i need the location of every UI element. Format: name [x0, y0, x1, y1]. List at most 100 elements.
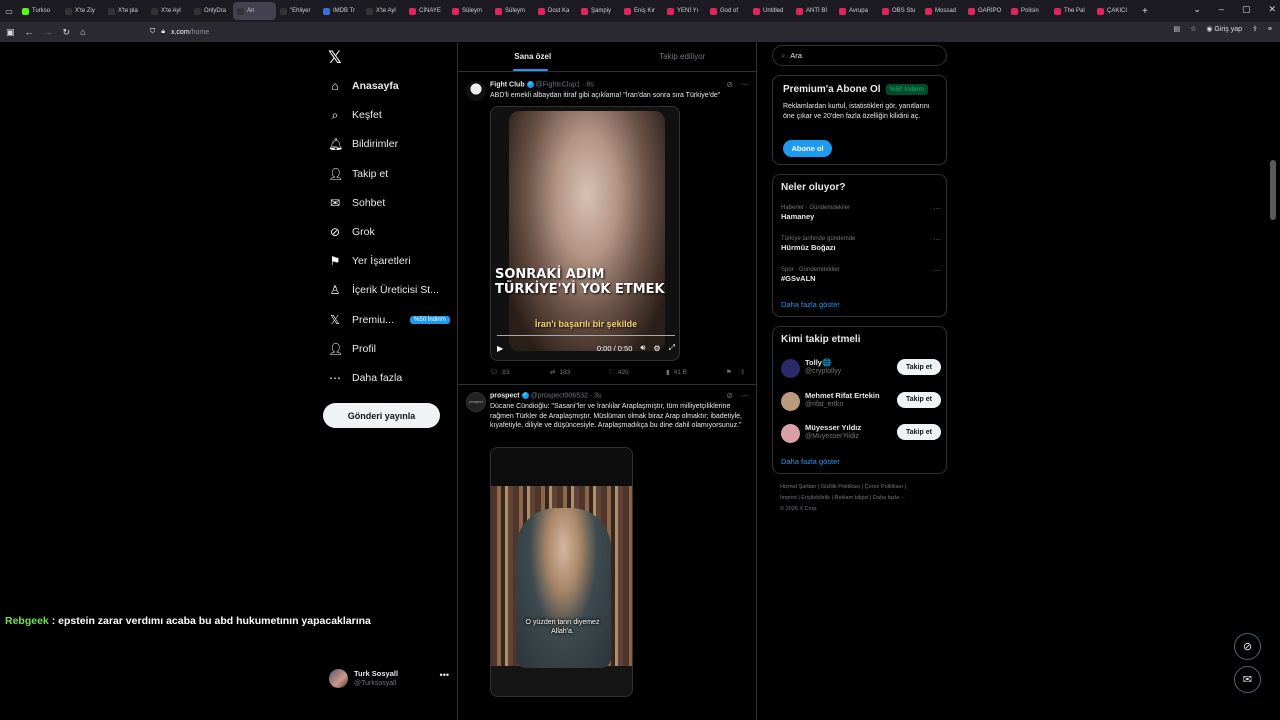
tweet[interactable]: prospect prospect ✓ @prospect006532 · 3s ⊘… [458, 386, 757, 720]
browser-tab[interactable]: Şampiy [577, 2, 620, 20]
follow-suggestion[interactable]: Mehmet Rifat Ertekin @rifat_ertkn Takip et [781, 390, 941, 414]
fullscreen-icon[interactable]: ⤢ [669, 343, 675, 353]
grok-icon[interactable]: ⊘ [726, 80, 733, 89]
tab-overview-icon[interactable]: ▭ [0, 7, 18, 16]
reader-view-icon[interactable]: ▤ [1173, 25, 1180, 33]
avatar[interactable] [781, 359, 800, 378]
reply-button[interactable]: 💬︎ 83 [490, 368, 550, 377]
tweet-video[interactable]: O yüzden tanrı diyemez Allah'a. [490, 447, 633, 697]
tab-following[interactable]: Takip ediliyor [608, 42, 758, 71]
browser-tab[interactable]: OnlyDra [190, 2, 233, 20]
trend-item[interactable]: Spor · Gündemdekiler #GSvALN ··· [781, 266, 941, 284]
home-page-icon[interactable]: ⌂ [80, 27, 85, 37]
forward-icon[interactable]: → [44, 27, 53, 37]
close-window-icon[interactable]: ✕ [1268, 4, 1276, 15]
extensions-icon[interactable]: ⇪ [1252, 25, 1258, 33]
tweet-time[interactable]: · 8s [582, 81, 594, 88]
search-input[interactable]: ⌕ Ara [772, 45, 947, 66]
bookmark-star-icon[interactable]: ☆ [1190, 25, 1196, 33]
trend-item[interactable]: Türkiye tarihinde gündemde Hürmüz Boğazı ·… [781, 235, 941, 253]
browser-tab[interactable]: Polisin [1007, 2, 1050, 20]
browser-tab[interactable]: Mossad [921, 2, 964, 20]
shield-icon[interactable]: ⛉ [150, 28, 155, 36]
browser-tab[interactable]: Untitled [749, 2, 792, 20]
avatar[interactable] [781, 391, 800, 411]
tweet-author-name[interactable]: Fight Club [490, 81, 525, 88]
nav-item[interactable]: 𝕏 Premiu... %50 İndirim [328, 310, 450, 330]
nav-item[interactable]: ⚑ Yer İşaretleri [328, 251, 411, 271]
new-tab-icon[interactable]: + [1142, 6, 1148, 17]
share-icon[interactable]: ⇪ [740, 368, 745, 376]
reload-icon[interactable]: ↻ [63, 27, 71, 38]
nav-item[interactable]: 👤︎ Takip et [328, 164, 388, 184]
nav-item[interactable]: ⌕ Keşfet [328, 105, 382, 125]
browser-tab[interactable]: GARİPO [964, 2, 1007, 20]
browser-tab[interactable]: Dost Ka [534, 2, 577, 20]
tab-for-you[interactable]: Sana özel [458, 42, 608, 71]
nav-item[interactable]: ⋯ Daha fazla [328, 368, 402, 388]
messages-float-icon[interactable]: ✉ [1234, 666, 1261, 693]
tweet-author-handle[interactable]: @FightcClup1 [536, 81, 580, 88]
browser-tab[interactable]: IMDB Tr [319, 2, 362, 20]
browser-tab[interactable]: Süleym [491, 2, 534, 20]
minimize-icon[interactable]: – [1219, 4, 1224, 15]
url-bar[interactable]: ⛉ 🔒︎ x.com/home [150, 25, 1230, 39]
tweet-author-name[interactable]: prospect [490, 392, 520, 399]
more-dots-icon[interactable]: ··· [933, 235, 941, 244]
browser-tab[interactable]: God of [706, 2, 749, 20]
show-more-follow-link[interactable]: Daha fazla göster [781, 457, 840, 466]
browser-tab[interactable]: "Ehliyer [276, 2, 319, 20]
maximize-icon[interactable]: ▢ [1242, 4, 1251, 15]
avatar[interactable]: prospect [466, 392, 486, 412]
more-dots-icon[interactable]: ··· [741, 80, 749, 89]
avatar[interactable] [781, 424, 800, 443]
browser-tab[interactable]: Avrupa [835, 2, 878, 20]
browser-tab[interactable]: X'te Ayl [147, 2, 190, 20]
scrollbar[interactable] [1270, 160, 1276, 220]
post-button[interactable]: Gönderi yayınla [323, 403, 440, 428]
browser-tab[interactable]: CİNAYE [405, 2, 448, 20]
browser-tab[interactable]: ANTİ Bİ [792, 2, 835, 20]
trend-item[interactable]: Haberler · Gündemdekiler Hamaney ··· [781, 204, 941, 222]
browser-tab[interactable]: YENİ Yı [663, 2, 706, 20]
nav-item[interactable]: 🔔︎ Bildirimler [328, 134, 398, 154]
grok-float-icon[interactable]: ⊘ [1234, 633, 1261, 660]
browser-tab[interactable]: Eniş Kır [620, 2, 663, 20]
follow-button[interactable]: Takip et [897, 359, 941, 375]
tab-list-icon[interactable]: ⌄ [1193, 4, 1201, 15]
browser-tab[interactable]: An [233, 2, 276, 20]
bookmark-icon[interactable]: ⚑ [726, 368, 732, 376]
nav-item[interactable]: ⊘ Grok [328, 222, 375, 242]
more-dots-icon[interactable]: ··· [741, 391, 749, 400]
nav-item[interactable]: ♙ İçerik Üreticisi St... [328, 280, 439, 300]
browser-tab[interactable]: X'te Ziy [61, 2, 104, 20]
tweet-time[interactable]: · 3s [590, 392, 602, 399]
footer-line[interactable]: Imprint | Erişilebilirlik | Reklam bilgi… [780, 493, 945, 504]
browser-tab[interactable]: Turkso [18, 2, 61, 20]
back-icon[interactable]: ← [25, 27, 34, 37]
show-more-trends-link[interactable]: Daha fazla göster [781, 300, 840, 309]
volume-icon[interactable]: 🔊︎ [640, 343, 645, 353]
more-dots-icon[interactable]: ··· [933, 204, 941, 213]
like-button[interactable]: ♡ 420 [608, 368, 666, 377]
browser-tab[interactable]: The Pal [1050, 2, 1093, 20]
nav-item[interactable]: ✉ Sohbet [328, 193, 385, 213]
views-button[interactable]: ▮ 41 B [666, 368, 726, 377]
browser-tab[interactable]: X'te pla [104, 2, 147, 20]
tweet-author-handle[interactable]: @prospect006532 [531, 392, 588, 399]
settings-icon[interactable]: ⚙ [653, 344, 660, 353]
browser-tab[interactable]: X'te Ayl [362, 2, 405, 20]
signin-button[interactable]: ◉ Giriş yap [1206, 25, 1242, 33]
grok-icon[interactable]: ⊘ [726, 391, 733, 400]
follow-button[interactable]: Takip et [897, 391, 941, 408]
nav-item[interactable]: 👤︎ Profil [328, 339, 376, 359]
browser-tab[interactable]: Süleym [448, 2, 491, 20]
browser-tab[interactable]: ÇAKICI [1093, 2, 1136, 20]
sidebar-toggle-icon[interactable]: ▣ [6, 27, 15, 38]
footer-line[interactable]: Hizmet Şartları | Gizlilik Politikası | … [780, 482, 945, 493]
more-dots-icon[interactable]: ··· [933, 266, 941, 275]
repost-button[interactable]: ⇄ 183 [550, 368, 608, 377]
account-switcher[interactable]: Turk Sosyall @Turksosyall ••• [329, 666, 449, 690]
follow-suggestion[interactable]: Müyesser Yıldız @MuyesserYildiz Takip et [781, 422, 941, 446]
menu-icon[interactable]: ≡ [1268, 26, 1272, 33]
